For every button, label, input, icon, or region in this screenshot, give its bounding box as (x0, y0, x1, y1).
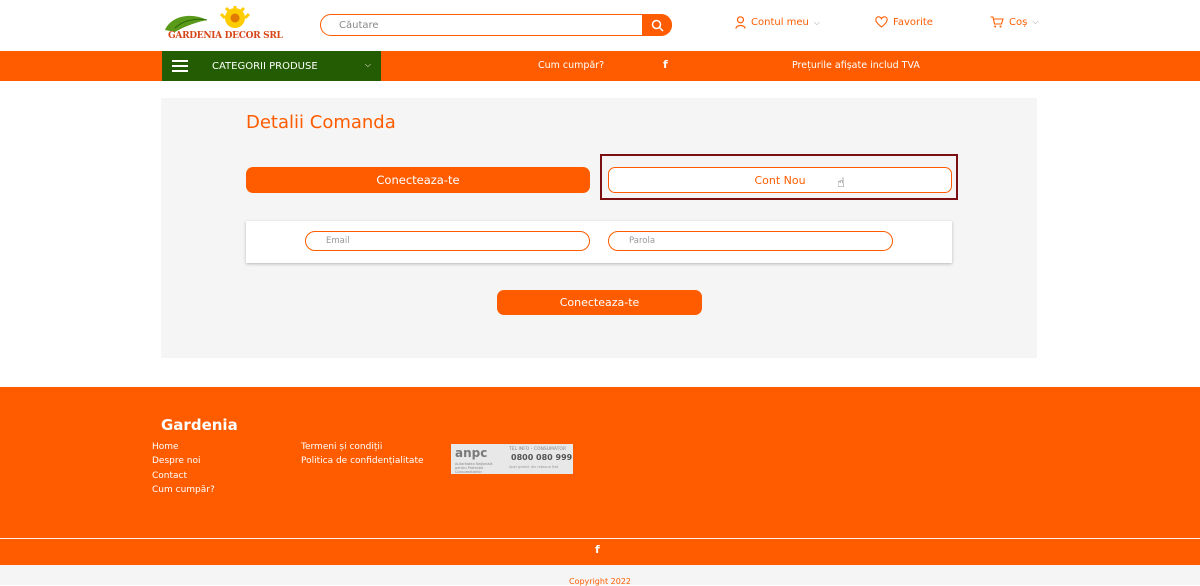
chevron-down-icon: ⌵ (364, 60, 371, 69)
hand-cursor-icon: ☝ (837, 176, 845, 191)
anpc-badge[interactable]: anpc Autoritatea Națională pentru Protec… (451, 444, 573, 474)
vat-notice: Prețurile afișate includ TVA (792, 60, 920, 71)
page-title: Detalii Comanda (246, 112, 396, 133)
anpc-subtitle: Autoritatea Națională pentru Protecția C… (455, 462, 493, 474)
login-form-card (246, 221, 952, 263)
cart-link[interactable]: Coș ⌵ (990, 16, 1038, 28)
new-account-tab-button[interactable]: Cont Nou (608, 167, 952, 193)
login-tab-button[interactable]: Conecteaza-te (246, 167, 590, 193)
facebook-icon[interactable]: f (663, 58, 668, 71)
footer-link-terms[interactable]: Termeni și condiții (301, 440, 382, 455)
anpc-logo: anpc (455, 446, 488, 460)
anpc-note: Apel gratuit din rețeaua fixă (509, 465, 559, 469)
heart-icon (875, 16, 888, 28)
password-field-wrapper (608, 231, 893, 251)
footer-link-contact[interactable]: Contact (152, 469, 187, 484)
logo[interactable]: GARDENIA DECOR SRL (163, 5, 283, 44)
search-button[interactable] (642, 14, 672, 36)
search-bar (320, 14, 672, 36)
footer-title: Gardenia (161, 416, 238, 434)
search-icon (651, 19, 664, 32)
footer-link-about[interactable]: Despre noi (152, 454, 200, 469)
account-link[interactable]: Contul meu ⌵ (735, 16, 820, 29)
facebook-icon[interactable]: f (595, 543, 600, 556)
footer: Gardenia Home Despre noi Contact Cum cum… (0, 387, 1200, 565)
password-field[interactable] (629, 234, 869, 248)
email-field-wrapper (305, 231, 590, 251)
categories-label: CATEGORII PRODUSE (212, 60, 318, 72)
chevron-down-icon: ⌵ (813, 17, 820, 27)
submit-login-button[interactable]: Conecteaza-te (497, 290, 702, 315)
order-details-panel: Detalii Comanda Conecteaza-te Cont Nou C… (161, 98, 1037, 358)
footer-divider (0, 538, 1200, 539)
hamburger-icon (172, 60, 188, 72)
top-header: GARDENIA DECOR SRL Contul meu ⌵ Favorite (0, 0, 1200, 50)
footer-link-home[interactable]: Home (152, 440, 179, 455)
copyright-bar: Copyright 2022 (0, 565, 1200, 586)
account-label: Contul meu (751, 17, 809, 28)
email-field[interactable] (326, 234, 566, 248)
footer-link-privacy[interactable]: Politica de confidențialitate (301, 454, 424, 469)
cart-label: Coș (1009, 16, 1028, 28)
categories-menu-button[interactable]: CATEGORII PRODUSE ⌵ (162, 51, 381, 81)
anpc-tel-label: TEL INFO - CONSUMATOR (509, 447, 567, 452)
nav-bar: CATEGORII PRODUSE ⌵ Cum cumpăr? f Prețur… (0, 51, 1200, 81)
cart-icon (990, 16, 1004, 28)
how-to-buy-link[interactable]: Cum cumpăr? (538, 60, 604, 71)
favorites-link[interactable]: Favorite (875, 16, 933, 28)
anpc-phone: 0800 080 999 (511, 453, 573, 462)
logo-text: GARDENIA DECOR SRL (168, 31, 283, 41)
chevron-down-icon: ⌵ (1032, 17, 1039, 26)
search-input[interactable] (339, 17, 639, 33)
user-icon (735, 16, 746, 29)
favorites-label: Favorite (893, 16, 933, 28)
footer-link-how-to-buy[interactable]: Cum cumpăr? (152, 483, 215, 498)
